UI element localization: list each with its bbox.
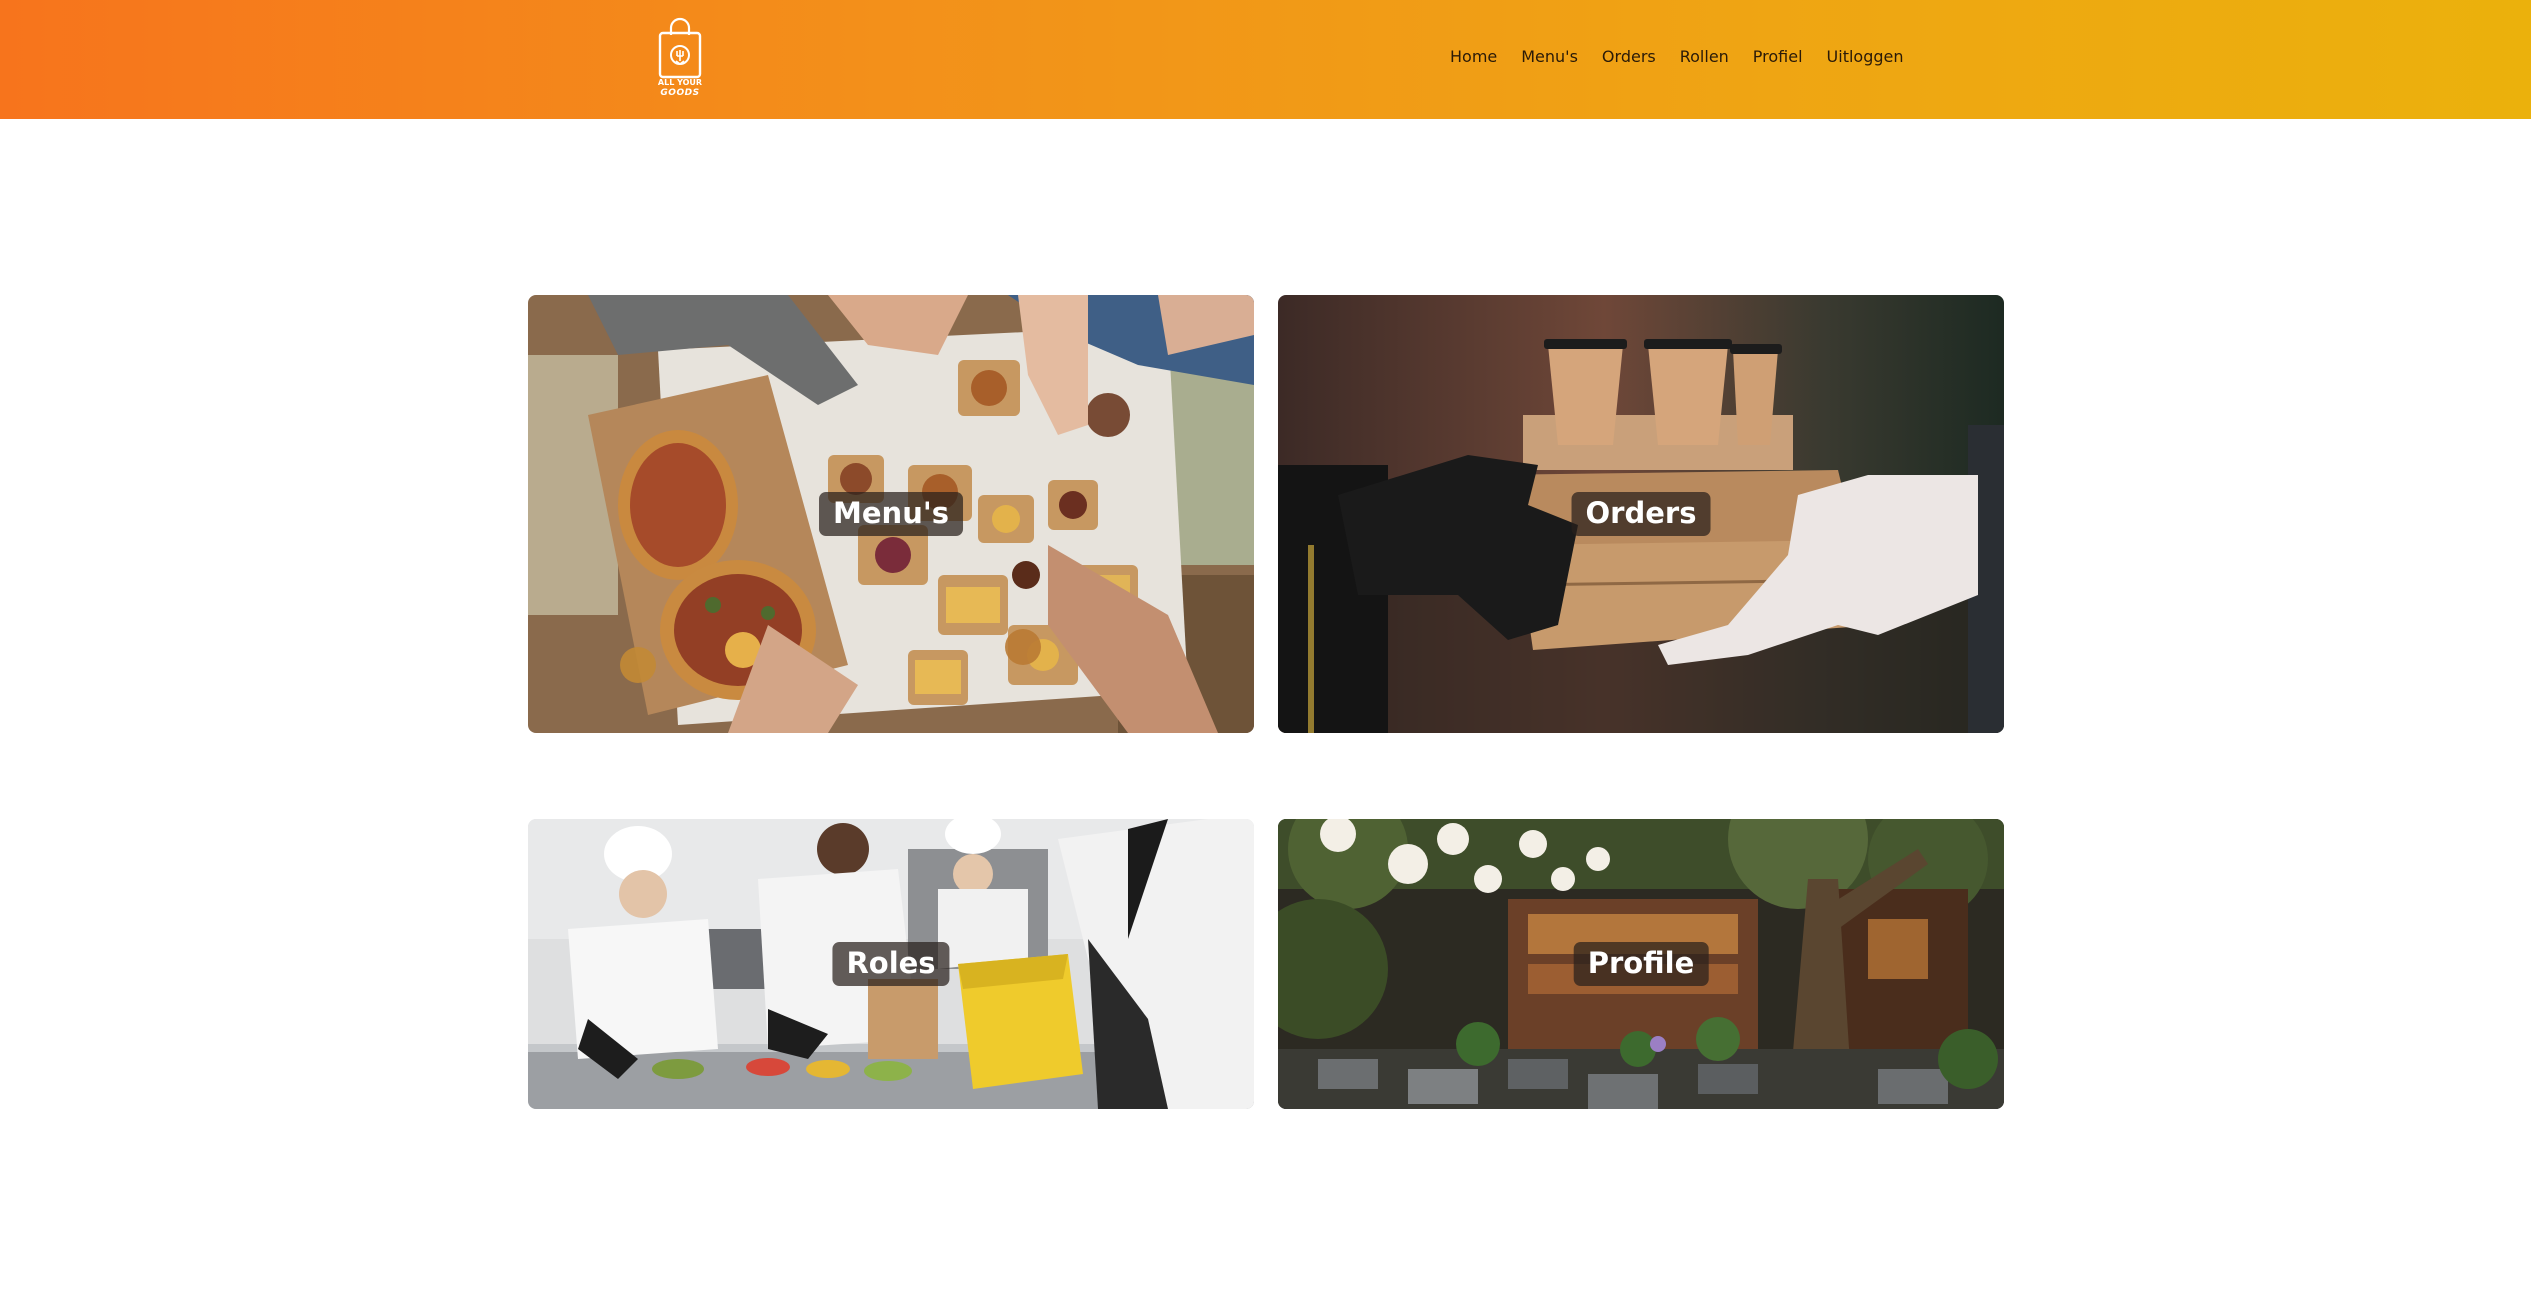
logo-text-line1: ALL YOUR — [657, 78, 703, 87]
orders-card[interactable]: Orders — [1278, 295, 2004, 733]
nav-menus[interactable]: Menu's — [1521, 47, 1578, 66]
roles-card-label: Roles — [832, 942, 950, 986]
logo-text-line2: GOODS — [660, 88, 700, 98]
main-nav: Home Menu's Orders Rollen Profiel Uitlog… — [1450, 47, 1928, 66]
menus-card[interactable]: Menu's — [528, 295, 1254, 733]
roles-card[interactable]: Roles — [528, 819, 1254, 1109]
top-navbar: ALL YOUR GOODS Home Menu's Orders Rollen… — [0, 0, 2531, 119]
nav-home[interactable]: Home — [1450, 47, 1497, 66]
nav-orders[interactable]: Orders — [1602, 47, 1656, 66]
profile-card[interactable]: Profile — [1278, 819, 2004, 1109]
nav-profile[interactable]: Profiel — [1753, 47, 1803, 66]
nav-roles[interactable]: Rollen — [1680, 47, 1729, 66]
orders-card-label: Orders — [1571, 492, 1711, 536]
shopping-bag-icon — [658, 17, 702, 79]
nav-logout[interactable]: Uitloggen — [1827, 47, 1904, 66]
brand-logo[interactable]: ALL YOUR GOODS — [655, 17, 705, 103]
menus-card-label: Menu's — [819, 492, 963, 536]
profile-card-label: Profile — [1573, 942, 1709, 986]
